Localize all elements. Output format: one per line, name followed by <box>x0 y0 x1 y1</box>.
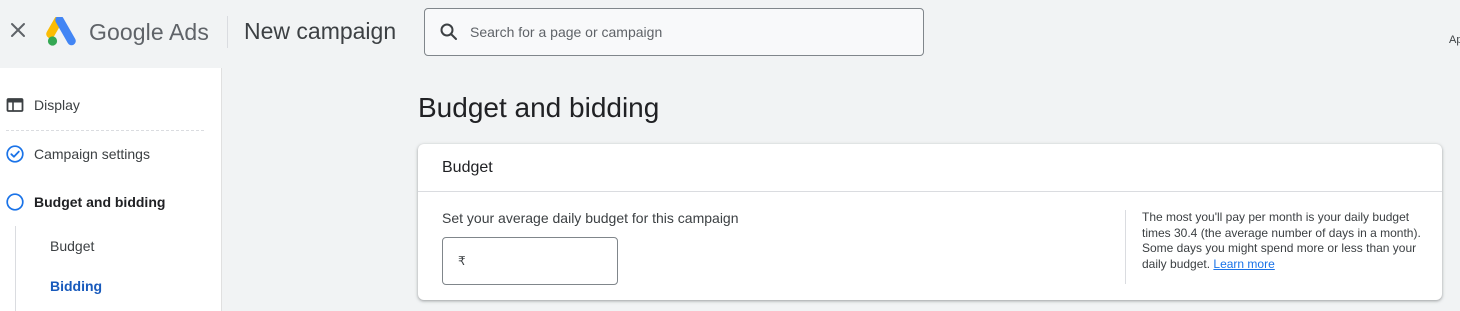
daily-budget-input[interactable] <box>471 252 612 270</box>
sidebar-item-budget-and-bidding[interactable]: Budget and bidding <box>0 182 222 222</box>
sidebar-subitem-budget[interactable]: Budget <box>50 238 94 254</box>
circle-outline-icon <box>5 192 25 212</box>
display-icon <box>5 95 25 115</box>
campaign-steps-sidebar: Display Campaign settings Budget and bid… <box>0 68 222 311</box>
budget-card-header: Budget <box>418 144 1442 192</box>
page-title: New campaign <box>244 18 397 44</box>
sidebar-item-label: Budget and bidding <box>34 194 166 210</box>
search-input[interactable] <box>468 23 888 41</box>
budget-card-title: Budget <box>442 159 493 176</box>
brand-name: Google Ads <box>89 19 209 45</box>
daily-budget-field[interactable]: ₹ <box>442 237 618 285</box>
top-app-bar: Google Ads New campaign Ap <box>0 0 1460 64</box>
sidebar-item-campaign-settings[interactable]: Campaign settings <box>0 134 222 174</box>
search-icon <box>438 21 460 43</box>
check-circle-icon <box>5 144 25 164</box>
budget-prompt-label: Set your average daily budget for this c… <box>442 210 739 226</box>
sidebar-item-label: Display <box>34 97 80 113</box>
sidebar-item-display[interactable]: Display <box>0 85 222 125</box>
section-title: Budget and bidding <box>418 92 660 123</box>
budget-card: Budget Set your average daily budget for… <box>418 144 1442 300</box>
budget-help-body: The most you'll pay per month is your da… <box>1142 210 1421 271</box>
learn-more-link[interactable]: Learn more <box>1213 257 1274 271</box>
sidebar-subitem-bidding[interactable]: Bidding <box>50 278 102 294</box>
help-divider <box>1125 210 1126 284</box>
close-icon <box>9 21 27 44</box>
budget-help-text: The most you'll pay per month is your da… <box>1142 210 1426 272</box>
header-divider <box>227 16 228 48</box>
currency-symbol: ₹ <box>458 254 466 268</box>
close-button[interactable] <box>6 20 30 44</box>
substep-connector-line <box>15 226 16 311</box>
truncated-header-text: Ap <box>1449 34 1460 46</box>
search-box[interactable] <box>424 8 924 56</box>
google-ads-logo[interactable] <box>46 15 78 47</box>
sidebar-item-label: Campaign settings <box>34 146 150 162</box>
sidebar-divider <box>6 130 204 131</box>
